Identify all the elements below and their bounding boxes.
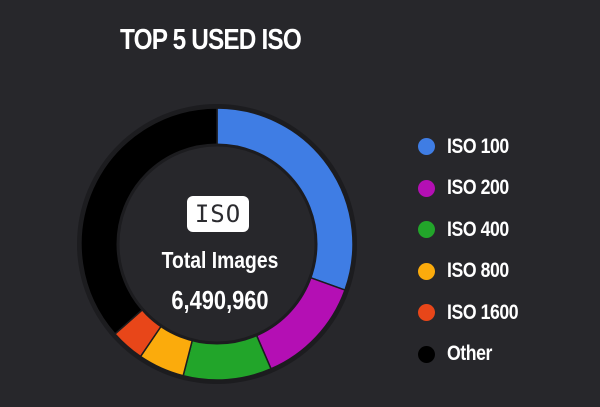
- legend-item: ISO 1600: [418, 292, 578, 334]
- legend-item: ISO 100: [418, 126, 578, 168]
- legend-swatch: [418, 262, 435, 280]
- legend-swatch: [418, 138, 435, 156]
- legend-swatch: [418, 179, 435, 197]
- chart-legend: ISO 100 ISO 200 ISO 400 ISO 800 ISO 1600 Othe…: [418, 126, 578, 375]
- legend-item: ISO 800: [418, 251, 578, 293]
- legend-swatch: [418, 345, 435, 363]
- legend-swatch: [418, 304, 435, 322]
- iso-badge: ISO: [187, 196, 249, 232]
- legend-label: ISO 800: [447, 259, 509, 283]
- center-total-value: 6,490,960: [171, 285, 269, 315]
- center-total-label: Total Images: [161, 247, 279, 273]
- legend-swatch: [418, 221, 435, 239]
- legend-label: Other: [447, 342, 492, 366]
- legend-label: ISO 200: [447, 176, 509, 200]
- legend-item: ISO 400: [418, 209, 578, 251]
- legend-item: Other: [418, 334, 578, 376]
- legend-label: ISO 100: [447, 134, 509, 158]
- legend-label: ISO 400: [447, 217, 509, 241]
- legend-label: ISO 1600: [447, 300, 519, 324]
- legend-item: ISO 200: [418, 168, 578, 210]
